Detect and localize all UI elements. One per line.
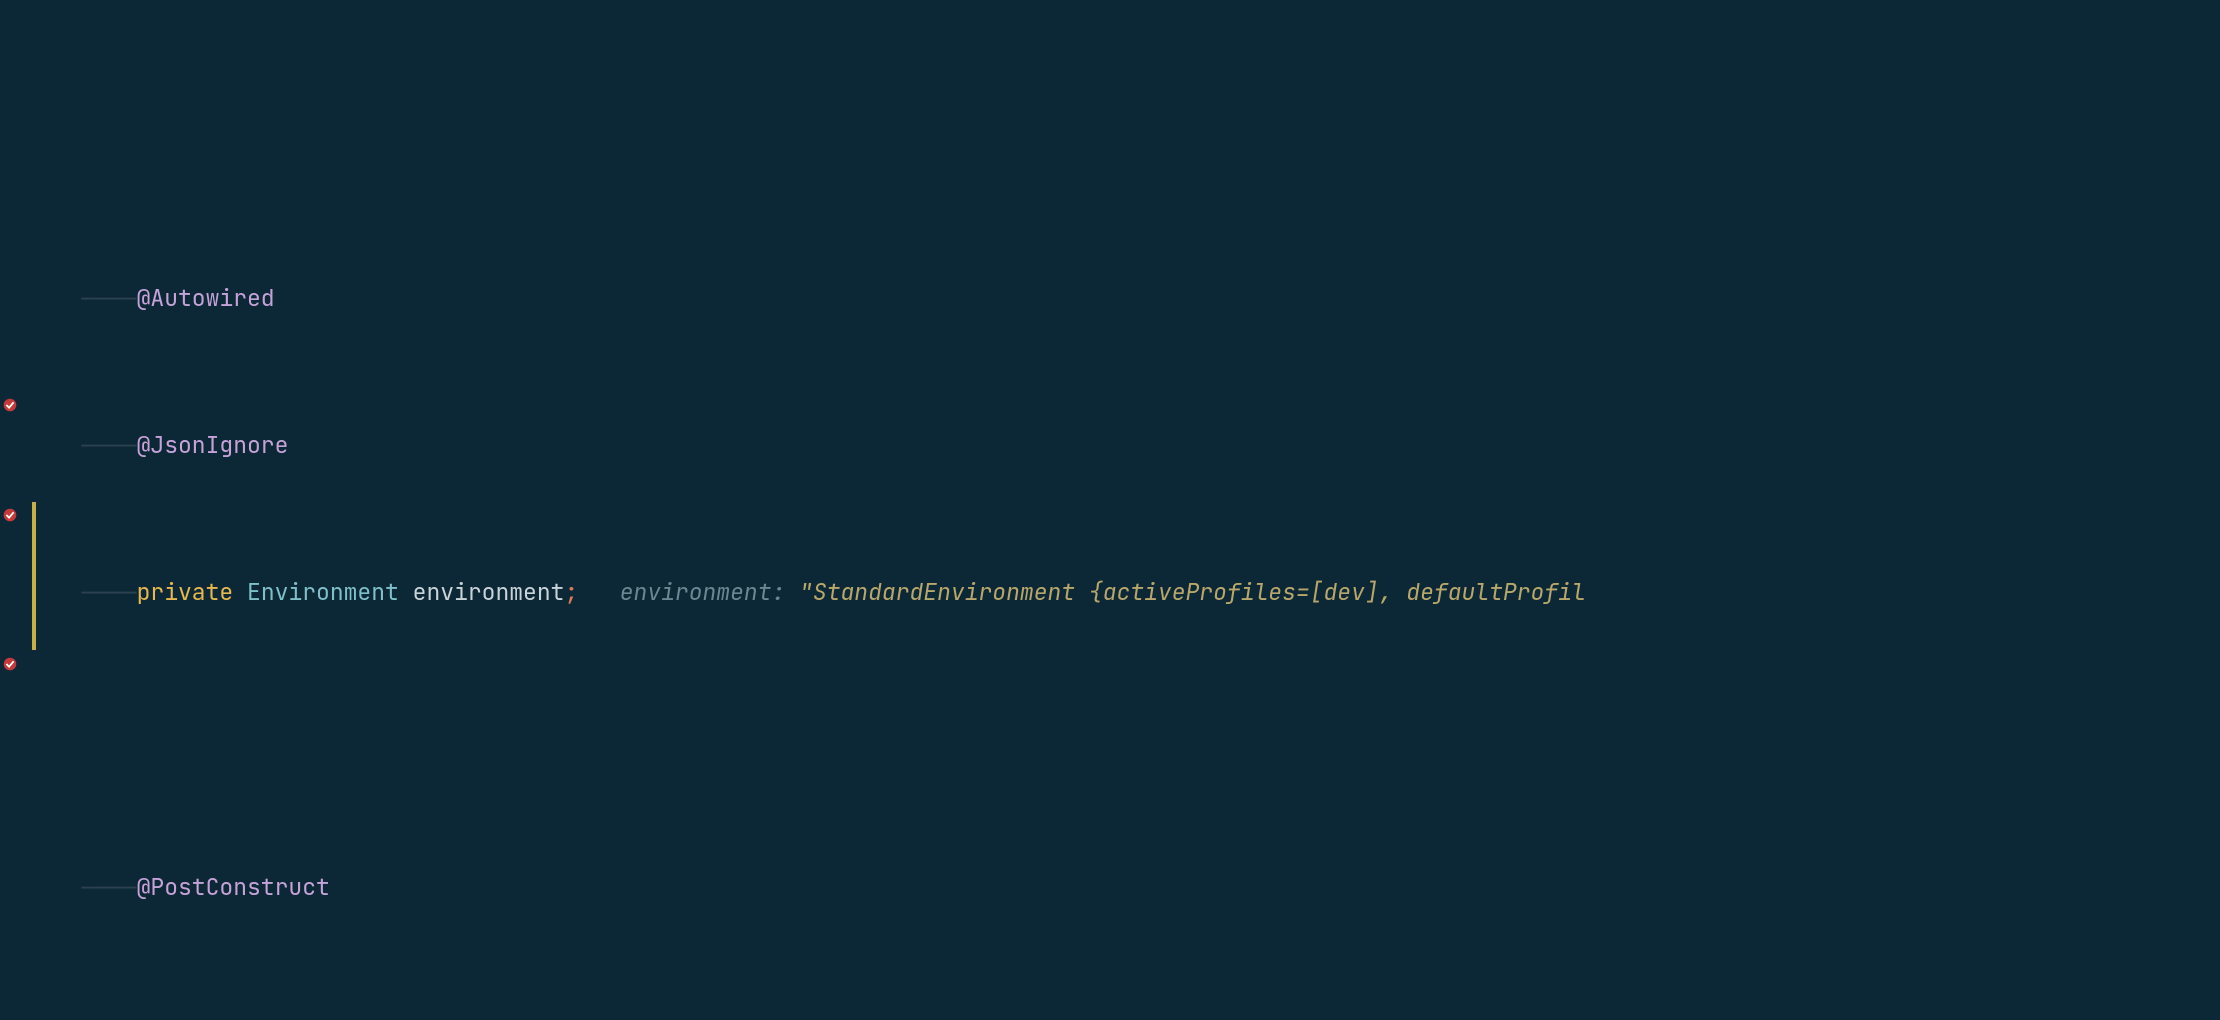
inlay-hint-label: environment:	[620, 574, 799, 611]
keyword: public	[137, 1017, 220, 1020]
punct-paren: )	[371, 1017, 385, 1020]
indent-guide: ————	[40, 1017, 137, 1020]
punct-brace: {	[399, 1017, 413, 1020]
annotation: @PostConstruct	[137, 869, 330, 906]
code-editor[interactable]: ————@Autowired ————@JsonIgnore ————priva…	[0, 0, 2220, 1020]
annotation: @JsonIgnore	[137, 427, 289, 464]
code-line[interactable]: ————@PostConstruct	[40, 869, 2220, 906]
breakpoint-icon[interactable]	[0, 505, 20, 525]
code-line[interactable]: ————private Environment environment; env…	[40, 574, 2220, 611]
type: Environment	[247, 574, 399, 611]
annotation: @Autowired	[137, 280, 275, 317]
breakpoint-icon[interactable]	[0, 395, 20, 415]
code-area[interactable]: ————@Autowired ————@JsonIgnore ————priva…	[40, 0, 2220, 1020]
indent-guide: ————	[40, 280, 137, 317]
vcs-change-marker	[32, 502, 36, 650]
inlay-hint-value: "StandardEnvironment {activeProfiles=[de…	[799, 574, 1586, 611]
indent-guide: ————	[40, 574, 137, 611]
punct-paren: (	[357, 1017, 371, 1020]
breakpoint-icon[interactable]	[0, 654, 20, 674]
code-line[interactable]	[40, 722, 2220, 759]
indent-guide: ————	[40, 427, 137, 464]
method: init	[302, 1017, 357, 1020]
indent-guide: ————	[40, 869, 137, 906]
keyword: private	[137, 574, 234, 611]
code-line[interactable]: ————public void init() {	[40, 1017, 2220, 1020]
keyword: void	[233, 1017, 288, 1020]
identifier: environment	[413, 574, 565, 611]
code-line[interactable]: ————@Autowired	[40, 280, 2220, 317]
code-line[interactable]: ————@JsonIgnore	[40, 427, 2220, 464]
punct-semi: ;	[564, 574, 578, 611]
